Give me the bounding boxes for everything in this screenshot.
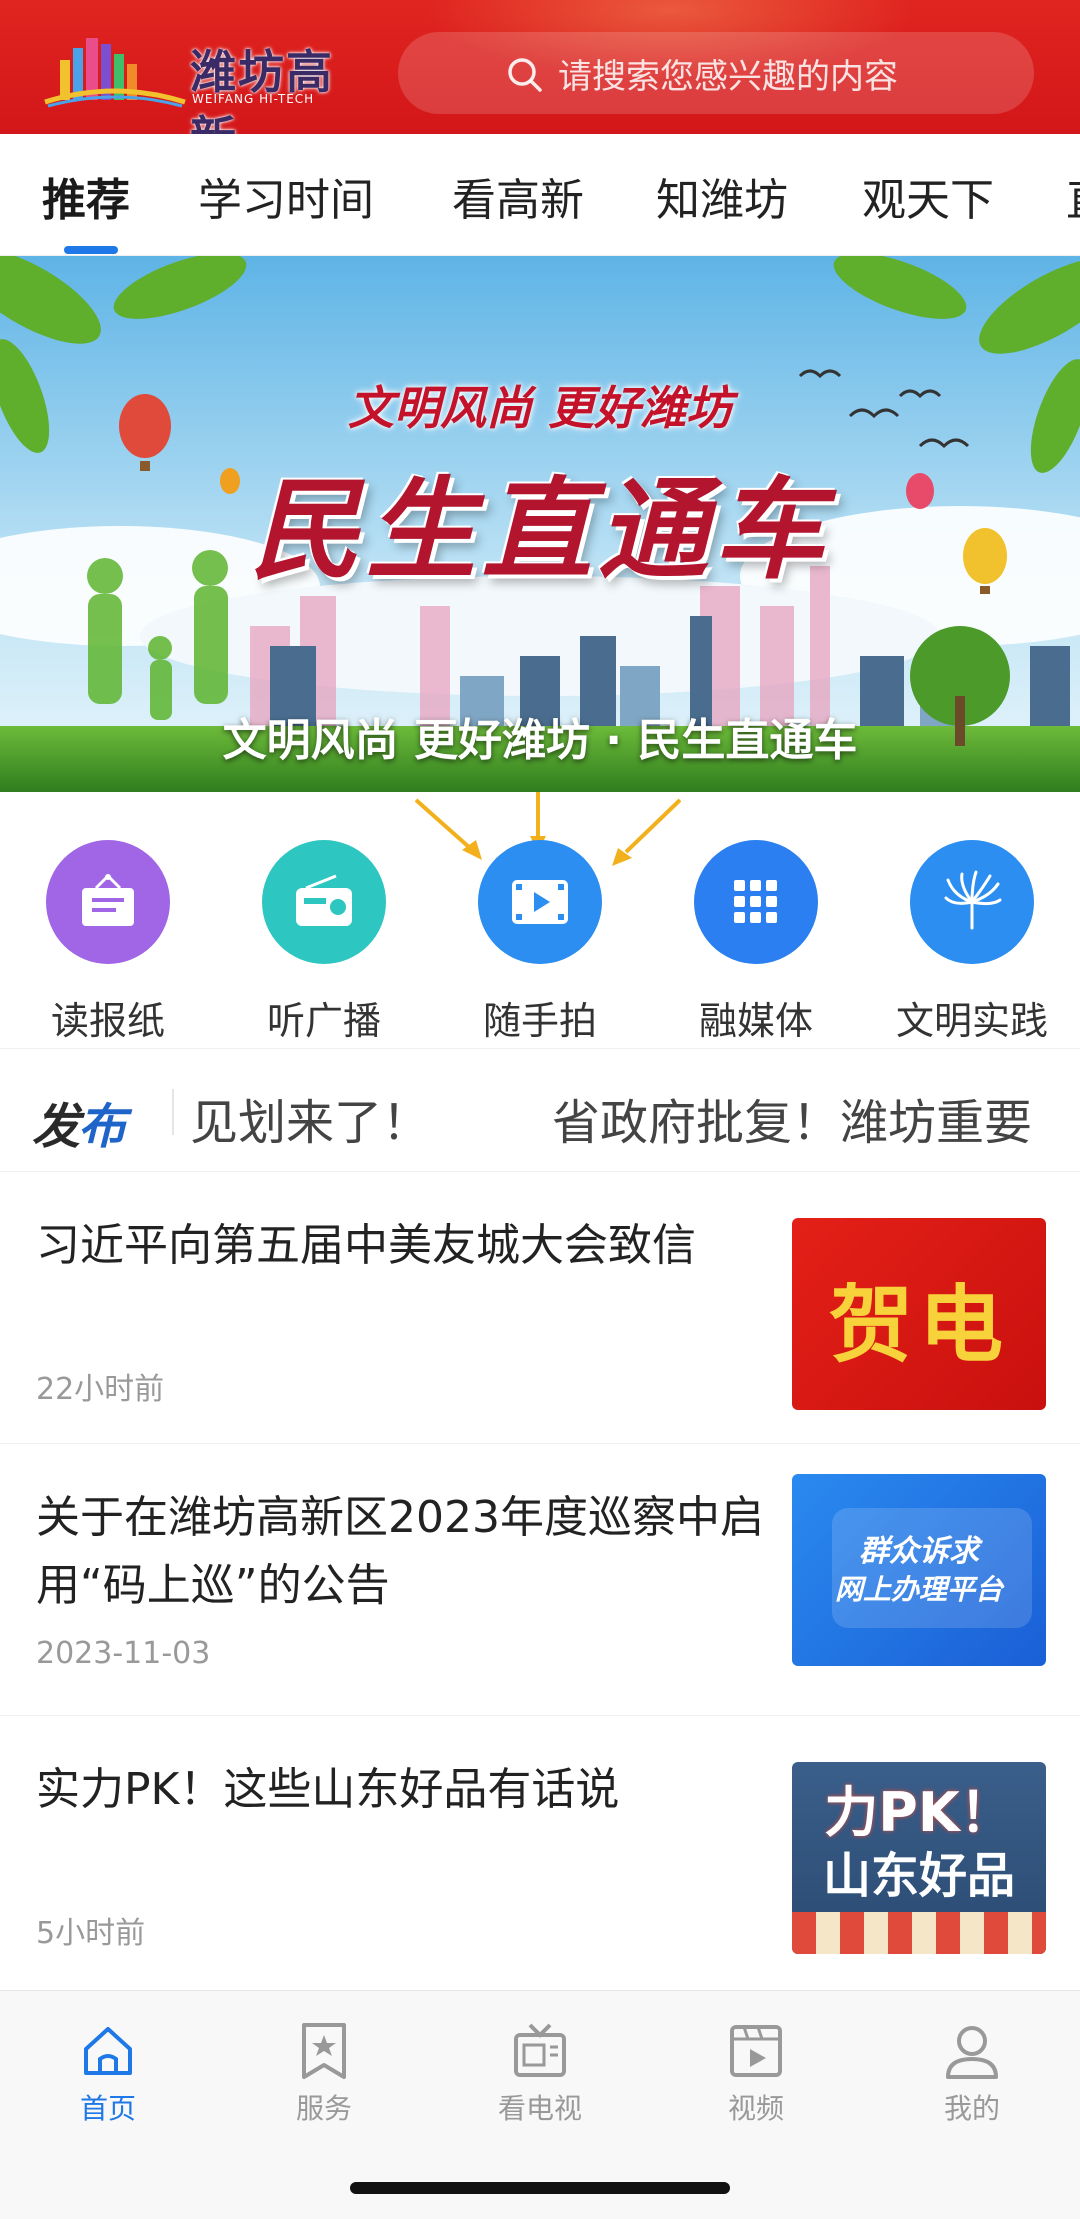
app-logo: 潍坊高新 WEIFANG HI-TECH [40,24,380,134]
nav-label-service: 服务 [295,2092,352,2125]
quick-label-snapshot: 随手拍 [482,999,597,1043]
play-video-icon [730,2025,782,2077]
quick-label-radio: 听广播 [266,999,381,1043]
news-thumbnail: 群众诉求 网上办理平台 [792,1474,1046,1666]
user-icon [946,2026,998,2079]
home-icon [84,2027,132,2075]
banner-title: 民生直通车 [250,466,830,594]
logo-title: 潍坊高新 [190,45,334,134]
quick-item-snapshot[interactable]: 随手拍 [432,840,648,1045]
nav-label-home: 首页 [79,2092,136,2125]
tab-know-weifang[interactable]: 知潍坊 [656,164,788,228]
nav-label-video: 视频 [727,2092,784,2125]
banner-caption: 文明风尚 更好潍坊 · 民生直通车 [222,715,858,766]
nav-home[interactable]: 首页 [0,2021,216,2127]
tab-hi-tech[interactable]: 看高新 [452,164,584,228]
news-item[interactable]: 习近平向第五届中美友城大会致信 22小时前 贺电 [0,1172,1080,1444]
tab-more[interactable]: 直 [1066,164,1080,228]
ticker-divider [172,1089,174,1135]
nav-label-tv: 看电视 [497,2092,582,2125]
ticker-item[interactable]: 省政府批复！潍坊重要 [552,1083,1032,1153]
search-bar[interactable]: 请搜索您感兴趣的内容 [398,32,1034,114]
logo-subtitle: WEIFANG HI-TECH [192,92,315,106]
news-time: 5小时前 [36,1916,146,1951]
quick-label-media: 融媒体 [698,999,813,1043]
release-ticker[interactable]: 发布 见划来了！ 省政府批复！潍坊重要 [0,1048,1080,1172]
news-thumbnail: 贺电 [792,1218,1046,1410]
logo-buildings-icon [44,38,186,108]
news-item[interactable]: 关于在潍坊高新区2023年度巡察中启用“码上巡”的公告 2023-11-03 群… [0,1444,1080,1716]
nav-label-profile: 我的 [943,2092,1000,2125]
tv-icon [514,2023,566,2077]
news-title: 习近平向第五届中美友城大会致信 [36,1220,696,1271]
bookmark-star-icon [302,2023,346,2079]
active-tab-indicator [64,246,118,254]
news-title: 实力PK！这些山东好品有话说 [36,1764,620,1815]
news-time: 2023-11-03 [36,1636,211,1671]
video-icon [478,840,602,964]
news-item[interactable]: 实力PK！这些山东好品有话说 5小时前 力PK！ 山东好品 [0,1716,1080,1988]
nav-service[interactable]: 服务 [216,2021,432,2127]
news-title: 关于在潍坊高新区2023年度巡察中启用“码上巡”的公告 [36,1492,764,1611]
quick-item-civilization[interactable]: 文明实践 [864,840,1080,1045]
channel-tabs: 推荐 学习时间 看高新 知潍坊 观天下 直 [0,134,1080,256]
quick-menu: 读报纸 听广播 随手拍 融媒体 文明实践 [0,792,1080,1048]
tab-recommend[interactable]: 推荐 [42,164,130,228]
app-header: 潍坊高新 WEIFANG HI-TECH 请搜索您感兴趣的内容 [0,0,1080,134]
search-placeholder: 请搜索您感兴趣的内容 [558,56,898,97]
search-icon [508,58,542,92]
quick-label-civilization: 文明实践 [895,999,1048,1043]
banner-carousel[interactable]: 文明风尚 更好潍坊 民生直通车 文明风尚 更好潍坊 · 民生直通车 [0,256,1080,792]
quick-item-radio[interactable]: 听广播 [216,840,432,1045]
home-indicator[interactable] [350,2182,730,2194]
radio-icon [262,840,386,964]
banner-slogan: 文明风尚 更好潍坊 [347,381,732,435]
nav-video[interactable]: 视频 [648,2021,864,2127]
news-thumbnail: 力PK！ 山东好品 [792,1762,1046,1954]
newspaper-icon [46,840,170,964]
news-time: 22小时前 [36,1372,165,1407]
quick-label-newspaper: 读报纸 [50,999,165,1043]
release-logo: 发布 [32,1099,126,1155]
nav-tv[interactable]: 看电视 [432,2021,648,2127]
quick-item-newspaper[interactable]: 读报纸 [0,840,216,1045]
tab-study-time[interactable]: 学习时间 [198,164,374,228]
ticker-item[interactable]: 见划来了！ [190,1083,430,1153]
nav-profile[interactable]: 我的 [864,2021,1080,2127]
tab-world[interactable]: 观天下 [862,164,994,228]
fan-icon [910,840,1034,964]
quick-item-media[interactable]: 融媒体 [648,840,864,1045]
grid-icon [694,840,818,964]
